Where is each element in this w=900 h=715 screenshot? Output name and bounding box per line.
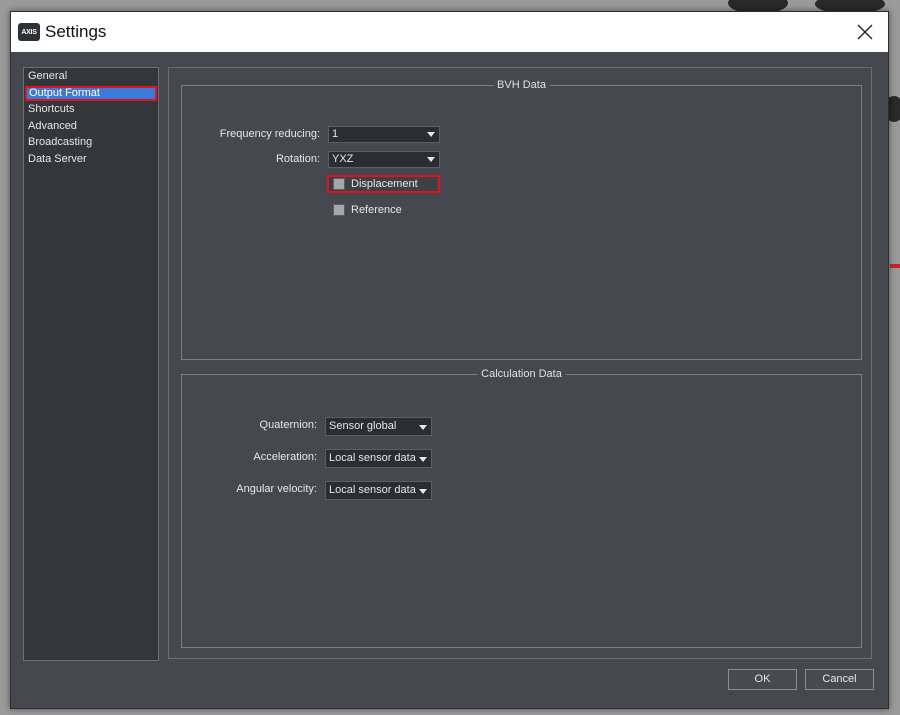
reference-label: Reference bbox=[351, 203, 402, 216]
close-icon bbox=[857, 24, 873, 40]
bvh-data-group: BVH Data Frequency reducing: 1 Rotation:… bbox=[181, 79, 862, 360]
chevron-down-icon bbox=[427, 132, 435, 137]
title-bar: AXIS Settings bbox=[11, 12, 888, 52]
window-title: Settings bbox=[45, 22, 107, 41]
angular-velocity-select[interactable]: Local sensor data bbox=[325, 481, 432, 500]
settings-content-panel: BVH Data Frequency reducing: 1 Rotation:… bbox=[168, 67, 872, 659]
chevron-down-icon bbox=[419, 457, 427, 462]
chevron-down-icon bbox=[419, 425, 427, 430]
acceleration-select[interactable]: Local sensor data bbox=[325, 449, 432, 468]
quaternion-label: Quaternion: bbox=[259, 419, 317, 431]
rotation-label: Rotation: bbox=[275, 153, 320, 165]
chevron-down-icon bbox=[427, 157, 435, 162]
settings-category-list: General Output Format Shortcuts Advanced… bbox=[23, 67, 159, 661]
frequency-reducing-value: 1 bbox=[332, 128, 339, 140]
angular-velocity-value: Local sensor data bbox=[329, 484, 416, 496]
quaternion-select[interactable]: Sensor global bbox=[325, 417, 432, 436]
sidebar-item-shortcuts[interactable]: Shortcuts bbox=[25, 102, 157, 118]
reference-checkbox-box bbox=[333, 203, 345, 216]
reference-checkbox[interactable]: Reference bbox=[329, 201, 429, 218]
chevron-down-icon bbox=[419, 489, 427, 494]
cancel-button[interactable]: Cancel bbox=[805, 669, 874, 690]
acceleration-label: Acceleration: bbox=[253, 451, 317, 463]
settings-dialog: AXIS Settings General Output Format Shor… bbox=[10, 11, 889, 709]
bvh-data-title: BVH Data bbox=[493, 79, 550, 92]
calculation-data-group: Calculation Data Quaternion: Sensor glob… bbox=[181, 368, 862, 648]
rotation-value: YXZ bbox=[332, 153, 354, 165]
sidebar-item-data-server[interactable]: Data Server bbox=[25, 152, 157, 168]
app-logo-text: AXIS bbox=[21, 28, 37, 36]
angular-velocity-label: Angular velocity: bbox=[236, 483, 317, 495]
calculation-data-title: Calculation Data bbox=[477, 368, 566, 381]
quaternion-value: Sensor global bbox=[329, 420, 397, 432]
sidebar-item-advanced[interactable]: Advanced bbox=[25, 119, 157, 135]
displacement-checkbox[interactable]: Displacement bbox=[327, 175, 440, 193]
displacement-label: Displacement bbox=[351, 178, 418, 190]
app-logo: AXIS bbox=[18, 23, 40, 41]
displacement-checkbox-box bbox=[333, 178, 345, 190]
sidebar-item-broadcasting[interactable]: Broadcasting bbox=[25, 135, 157, 151]
frequency-reducing-label: Frequency reducing: bbox=[219, 128, 320, 140]
ok-button[interactable]: OK bbox=[728, 669, 797, 690]
background-marker bbox=[890, 264, 900, 268]
acceleration-value: Local sensor data bbox=[329, 452, 416, 464]
sidebar-item-general[interactable]: General bbox=[25, 69, 157, 85]
sidebar-item-output-format[interactable]: Output Format bbox=[25, 85, 157, 101]
rotation-select[interactable]: YXZ bbox=[328, 151, 440, 168]
close-button[interactable] bbox=[842, 12, 888, 52]
frequency-reducing-select[interactable]: 1 bbox=[328, 126, 440, 143]
